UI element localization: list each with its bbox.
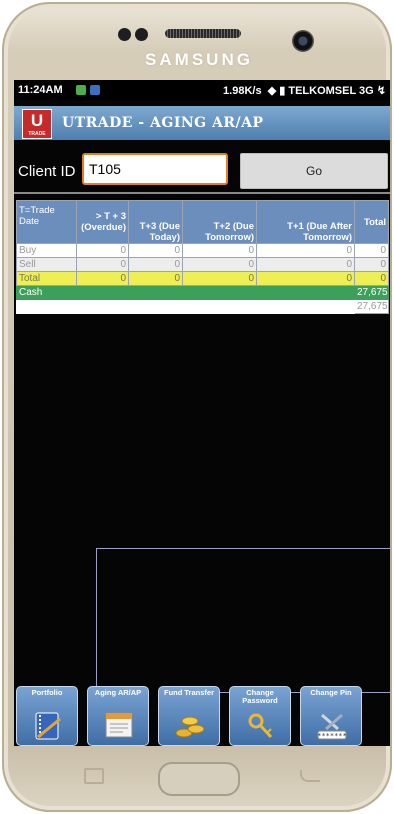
col-header-overdue: > T + 3 (Overdue) xyxy=(76,200,129,244)
document-icon xyxy=(105,712,133,738)
table-cell: 0 xyxy=(76,257,129,272)
empty-cell xyxy=(16,299,355,314)
table-cell: 0 xyxy=(256,257,355,272)
grand-total-value: 27,675 xyxy=(354,299,389,314)
table-cell: 0 xyxy=(354,271,389,286)
status-right: 1.98K/s ◆ ▮ TELKOMSEL 3G ↯ xyxy=(223,84,386,97)
nav-change-pin-button[interactable]: Change Pin ******* xyxy=(300,686,362,746)
network-speed: 1.98K/s xyxy=(223,85,262,97)
row-label: Total xyxy=(16,271,77,286)
keys-icon xyxy=(248,713,273,739)
back-key-icon[interactable] xyxy=(300,770,320,782)
row-label: Sell xyxy=(16,257,77,272)
status-time: 11:24AM xyxy=(18,84,63,96)
client-id-label: Client ID xyxy=(18,163,76,180)
table-cell: 0 xyxy=(354,243,389,258)
earpiece-speaker xyxy=(165,29,241,38)
charging-icon: ↯ xyxy=(376,85,386,97)
table-cell: 0 xyxy=(256,271,355,286)
col-header-trade-date: T=Trade Date xyxy=(16,200,77,244)
table-cell: 0 xyxy=(128,243,183,258)
col-header-due-today: T+3 (Due Today) xyxy=(128,200,183,244)
tools-pin-icon: ******* xyxy=(317,713,347,740)
table-row-grand-total: 27,675 xyxy=(16,299,389,314)
logo-letter: U xyxy=(30,111,44,130)
table-row-cash: Cash 27,675 xyxy=(16,285,389,300)
cash-label: Cash xyxy=(16,285,355,300)
table-cell: 0 xyxy=(182,257,257,272)
app-title-bar: U TRADE UTRADE - AGING AR/AP xyxy=(14,106,390,140)
nav-fund-transfer-button[interactable]: Fund Transfer xyxy=(158,686,220,746)
col-header-total: Total xyxy=(354,200,389,244)
row-label: Buy xyxy=(16,243,77,258)
nav-label: Aging AR/AP xyxy=(94,688,142,697)
cash-value: 27,675 xyxy=(354,285,389,300)
table-cell: 0 xyxy=(128,271,183,286)
coins-icon xyxy=(175,716,205,738)
col-header-due-after-tomorrow: T+1 (Due After Tomorrow) xyxy=(256,200,355,244)
app-screen: 11:24AM 1.98K/s ◆ ▮ TELKOMSEL 3G ↯ U TRA… xyxy=(14,80,390,746)
nav-portfolio-button[interactable]: Portfolio xyxy=(16,686,78,746)
aging-table: T=Trade Date > T + 3 (Overdue) T+3 (Due … xyxy=(16,200,389,314)
logo-subtext: TRADE xyxy=(28,131,46,137)
client-id-input[interactable] xyxy=(82,153,228,185)
svg-text:*******: ******* xyxy=(317,732,347,740)
front-camera-icon xyxy=(292,30,314,52)
nav-aging-button[interactable]: Aging AR/AP xyxy=(87,686,149,746)
notebook-icon xyxy=(35,712,61,740)
nav-label: Change Password xyxy=(242,688,278,705)
recent-apps-key-icon[interactable] xyxy=(84,768,104,784)
notification-green-icon xyxy=(76,85,86,95)
table-row-sell: Sell 0 0 0 0 0 xyxy=(16,257,389,272)
table-cell: 0 xyxy=(256,243,355,258)
divider xyxy=(14,192,390,194)
nav-label: Change Pin xyxy=(310,688,352,697)
table-cell: 0 xyxy=(182,271,257,286)
table-cell: 0 xyxy=(76,243,129,258)
carrier-name: TELKOMSEL 3G xyxy=(288,85,374,97)
table-header-row: T=Trade Date > T + 3 (Overdue) T+3 (Due … xyxy=(16,200,389,244)
table-row-buy: Buy 0 0 0 0 0 xyxy=(16,243,389,258)
table-cell: 0 xyxy=(182,243,257,258)
table-cell: 0 xyxy=(354,257,389,272)
table-row-total: Total 0 0 0 0 0 xyxy=(16,271,389,286)
page-title: UTRADE - AGING AR/AP xyxy=(62,115,264,131)
notification-blue-icon xyxy=(90,85,100,95)
table-cell: 0 xyxy=(128,257,183,272)
table-cell: 0 xyxy=(76,271,129,286)
wifi-icon: ◆ xyxy=(264,85,277,97)
status-bar: 11:24AM 1.98K/s ◆ ▮ TELKOMSEL 3G ↯ xyxy=(14,80,390,100)
nav-label: Portfolio xyxy=(31,688,63,697)
nav-label: Fund Transfer xyxy=(163,688,214,697)
device-brand: SAMSUNG xyxy=(145,50,253,69)
nav-change-password-button[interactable]: Change Password xyxy=(229,686,291,746)
col-header-due-tomorrow: T+2 (Due Tomorrow) xyxy=(182,200,257,244)
go-button[interactable]: Go xyxy=(240,153,388,189)
overlay-line xyxy=(96,548,390,549)
sensor-dots xyxy=(118,28,152,42)
home-button[interactable] xyxy=(158,762,240,796)
signal-icon: ▮ xyxy=(279,85,286,97)
utrade-logo: U TRADE xyxy=(22,109,52,139)
